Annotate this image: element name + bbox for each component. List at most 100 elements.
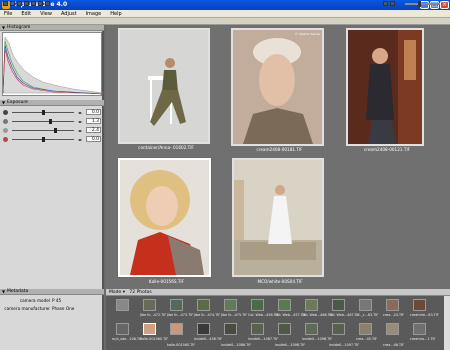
details-tool-icon[interactable] bbox=[38, 1, 43, 6]
browser-thumb[interactable] bbox=[386, 323, 399, 335]
browser-thumb[interactable] bbox=[332, 299, 345, 311]
view-single-icon[interactable] bbox=[390, 1, 395, 6]
browser-scrollbar[interactable] bbox=[444, 296, 450, 350]
stepper-arrows-icon[interactable]: ◂▸ bbox=[78, 137, 84, 142]
browser-thumb[interactable] bbox=[224, 323, 237, 335]
collapse-arrow-icon[interactable]: ▼ bbox=[2, 100, 6, 106]
photo-caption: Kalle-00156S.TIF bbox=[148, 279, 185, 284]
thumb-caption: creamro...1.TIF bbox=[410, 337, 436, 341]
browser-thumb[interactable] bbox=[359, 299, 372, 311]
mode-dropdown[interactable]: Mode bbox=[109, 290, 121, 295]
exposure-value-field[interactable]: 0.0 bbox=[86, 109, 101, 115]
thumb-caption: kalle-00156S.TIF bbox=[167, 343, 196, 347]
menu-view[interactable]: View bbox=[36, 10, 57, 18]
zoom-slider[interactable] bbox=[405, 3, 440, 5]
browser-thumb[interactable] bbox=[116, 299, 129, 311]
watermark: © Alberto Sende bbox=[294, 32, 320, 36]
chevron-down-icon[interactable]: ▾ bbox=[123, 290, 125, 295]
browser-thumb[interactable] bbox=[224, 299, 237, 311]
photo-thumbnail[interactable] bbox=[118, 28, 210, 144]
close-button[interactable]: × bbox=[440, 1, 449, 9]
browser-thumb[interactable] bbox=[305, 299, 318, 311]
meta-label: camera model bbox=[19, 298, 50, 303]
browser-thumb[interactable] bbox=[170, 323, 183, 335]
menu-image[interactable]: Image bbox=[82, 10, 107, 18]
thumb-caption: inside0...1086.TIF bbox=[221, 343, 252, 347]
browser-thumb[interactable] bbox=[359, 323, 372, 335]
stepper-arrows-icon[interactable]: ◂▸ bbox=[78, 128, 84, 133]
browser-thumb[interactable] bbox=[251, 299, 264, 311]
browser-header: Mode ▾ 72 Photos bbox=[106, 289, 450, 296]
browser-thumb[interactable] bbox=[413, 323, 426, 335]
thumb-caption: inside0...1097.TIF bbox=[329, 343, 360, 347]
photo-thumbnail[interactable] bbox=[346, 28, 424, 146]
brightness-slider[interactable] bbox=[12, 130, 74, 131]
saturation-slider-thumb[interactable] bbox=[42, 137, 45, 142]
browser-thumb[interactable] bbox=[305, 323, 318, 335]
photo-thumbnail[interactable]: © Alberto Sende bbox=[231, 28, 324, 146]
browser-thumb[interactable] bbox=[197, 323, 210, 335]
photo-caption: MCO/white-00S04.TIF bbox=[257, 279, 303, 284]
thumb-caption: m/a_sde...108.TIF bbox=[112, 337, 143, 341]
brightness-icon bbox=[3, 128, 8, 133]
browser-thumb[interactable] bbox=[386, 299, 399, 311]
metadata-title: Metadata bbox=[7, 289, 29, 294]
histogram-graph bbox=[2, 36, 104, 95]
photo-image bbox=[120, 160, 209, 275]
browser-thumb[interactable] bbox=[170, 299, 183, 311]
brightness-slider-thumb[interactable] bbox=[54, 128, 57, 133]
output-tool-icon[interactable] bbox=[45, 1, 50, 6]
thumb-caption: inside0...1098.TIF bbox=[302, 337, 333, 341]
menu-edit[interactable]: Edit bbox=[17, 10, 36, 18]
exposure-slider-thumb[interactable] bbox=[42, 110, 45, 115]
thumb-caption: inside0...1098.TIF bbox=[275, 343, 306, 347]
brightness-value-field[interactable]: 2.4 bbox=[86, 127, 101, 133]
browser-thumb-selected[interactable] bbox=[143, 323, 156, 335]
browser-thumb[interactable] bbox=[278, 323, 291, 335]
histogram bbox=[2, 32, 104, 96]
color-tool-icon[interactable] bbox=[17, 1, 22, 6]
exposure-row: ◂▸ 0.0 bbox=[2, 109, 102, 116]
saturation-row: ◂▸ 0.0 bbox=[2, 136, 102, 143]
metadata-header[interactable]: Metadata bbox=[0, 289, 104, 295]
thumb-caption: Jibe Ih...473.TIF bbox=[167, 313, 194, 317]
menu-adjust[interactable]: Adjust bbox=[57, 10, 82, 18]
library-tool-icon[interactable] bbox=[3, 1, 8, 6]
browser-thumb[interactable] bbox=[197, 299, 210, 311]
contrast-row: ◂▸ 1.3 bbox=[2, 118, 102, 125]
browser-thumb[interactable] bbox=[413, 299, 426, 311]
thumb-caption: Jibe Ih...474.TIF bbox=[194, 313, 221, 317]
menu-file[interactable]: File bbox=[0, 10, 17, 18]
photo-image bbox=[233, 30, 322, 144]
browser-thumb[interactable] bbox=[278, 299, 291, 311]
exposure-tool-icon[interactable] bbox=[24, 1, 29, 6]
meta-value: Phase One bbox=[52, 306, 75, 311]
contrast-slider[interactable] bbox=[12, 121, 74, 122]
exposure-header[interactable]: Exposure bbox=[0, 100, 104, 106]
browser-thumb[interactable] bbox=[143, 299, 156, 311]
browser-thumb[interactable] bbox=[116, 323, 129, 335]
view-grid-icon[interactable] bbox=[383, 1, 388, 6]
capture-tool-icon[interactable] bbox=[10, 1, 15, 6]
toolbar bbox=[0, 18, 450, 25]
contrast-value-field[interactable]: 1.3 bbox=[86, 118, 101, 124]
browser-thumb[interactable] bbox=[251, 323, 264, 335]
browser-thumb[interactable] bbox=[332, 323, 345, 335]
thumb-caption: c..._c...63.TIF bbox=[356, 313, 379, 317]
contrast-slider-thumb[interactable] bbox=[49, 119, 52, 124]
saturation-value-field[interactable]: 0.0 bbox=[86, 136, 101, 142]
zoom-slider-thumb[interactable] bbox=[418, 1, 421, 7]
histogram-header[interactable]: Histogram bbox=[0, 25, 104, 31]
photo-image bbox=[120, 30, 208, 142]
photo-caption: cream2408-00181.TIF bbox=[256, 147, 303, 152]
collapse-arrow-icon[interactable]: ▼ bbox=[2, 25, 6, 31]
photo-image bbox=[234, 160, 322, 275]
stepper-arrows-icon[interactable]: ◂▸ bbox=[78, 110, 84, 115]
menu-help[interactable]: Help bbox=[106, 10, 126, 18]
photo-thumbnail-selected[interactable] bbox=[117, 157, 212, 278]
collapse-arrow-icon[interactable]: ▼ bbox=[2, 289, 6, 295]
exposure-icon bbox=[3, 110, 8, 115]
photo-thumbnail[interactable] bbox=[232, 158, 324, 277]
stepper-arrows-icon[interactable]: ◂▸ bbox=[78, 119, 84, 124]
lens-tool-icon[interactable] bbox=[31, 1, 36, 6]
